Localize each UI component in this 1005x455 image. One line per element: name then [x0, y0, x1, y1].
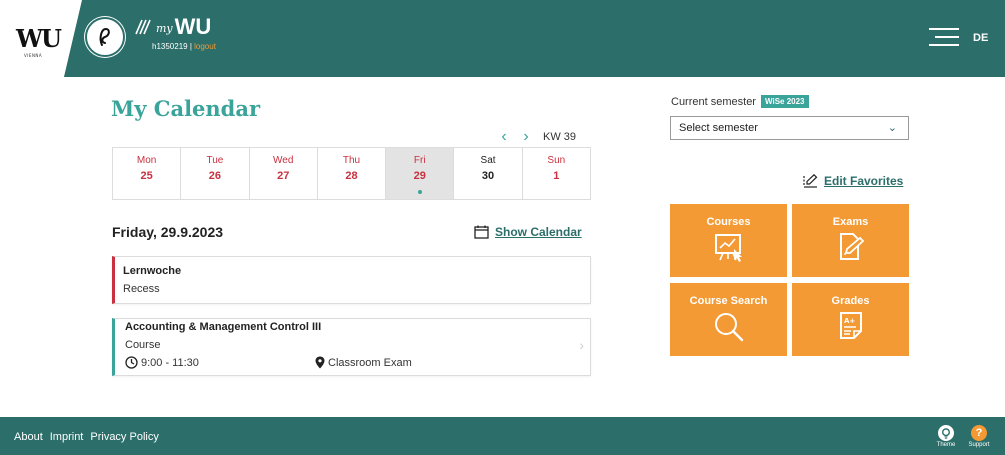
chevron-right-icon: › [579, 337, 584, 353]
day-number: 26 [208, 170, 222, 182]
edit-favorites-link[interactable]: Edit Favorites [803, 174, 903, 188]
tile-grades[interactable]: Grades A+ [792, 283, 909, 356]
chevron-down-icon: ⌄ [887, 122, 897, 134]
event-time-text: 9:00 - 11:30 [141, 356, 199, 369]
show-calendar-link[interactable]: Show Calendar [474, 225, 582, 239]
map-pin-icon [315, 356, 325, 369]
theme-label: Theme [936, 442, 956, 448]
show-calendar-label: Show Calendar [495, 225, 582, 239]
mywu-logo[interactable]: my WU [134, 14, 211, 40]
day-name: Fri [413, 155, 426, 166]
question-icon: ? [971, 425, 987, 441]
week-day-strip: Mon 25 Tue 26 Wed 27 Thu 28 Fri 29 Sat 3… [112, 147, 591, 200]
avatar[interactable] [85, 17, 125, 57]
day-number: 25 [140, 170, 153, 182]
mywu-prefix: my [156, 21, 173, 35]
lightbulb-icon [938, 425, 954, 441]
agenda-date-heading: Friday, 29.9.2023 [112, 224, 224, 240]
event-card-lernwoche[interactable]: Lernwoche Recess [112, 256, 591, 304]
event-title: Accounting & Management Control III [125, 321, 322, 333]
footer-link-imprint[interactable]: Imprint [50, 431, 84, 443]
day-sat[interactable]: Sat 30 [454, 148, 523, 199]
chevron-right-icon[interactable]: › [515, 128, 537, 146]
day-name: Wed [273, 155, 294, 166]
tile-courses[interactable]: Courses [670, 204, 787, 277]
edit-icon [803, 174, 818, 188]
day-number: 1 [553, 170, 560, 182]
wu-logo[interactable]: WU VIENNA [0, 0, 82, 77]
day-name: Thu [342, 155, 361, 166]
semester-badge: WiSe 2023 [760, 95, 809, 108]
semester-select-value: Select semester [679, 122, 758, 134]
current-semester: Current semester WiSe 2023 [671, 95, 809, 108]
semester-select[interactable]: Select semester ⌄ [670, 116, 909, 140]
wu-logo-subtitle: VIENNA [24, 53, 43, 58]
day-name: Sun [547, 155, 566, 166]
day-number: 29 [413, 170, 426, 182]
tile-label: Exams [832, 216, 869, 228]
tile-label: Course Search [689, 295, 768, 307]
day-sun[interactable]: Sun 1 [523, 148, 590, 199]
day-name: Tue [206, 155, 224, 166]
event-location-text: Classroom Exam [328, 356, 412, 369]
page-title: My Calendar [111, 96, 261, 121]
footer-link-about[interactable]: About [14, 431, 43, 443]
day-wed[interactable]: Wed 27 [250, 148, 318, 199]
week-navigation: ‹ › KW 39 [493, 128, 576, 146]
tile-label: Grades [831, 295, 870, 307]
current-semester-label: Current semester [671, 95, 756, 108]
language-switch[interactable]: DE [973, 32, 988, 44]
tile-label: Courses [706, 216, 751, 228]
day-thu[interactable]: Thu 28 [318, 148, 387, 199]
logout-link[interactable]: logout [194, 42, 216, 51]
day-number: 27 [277, 170, 290, 182]
chevron-left-icon[interactable]: ‹ [493, 128, 515, 146]
tile-course-search[interactable]: Course Search [670, 283, 787, 356]
user-signature-icon [99, 27, 110, 46]
wu-logo-text: WU [16, 24, 62, 53]
user-id: h1350219 [152, 42, 188, 51]
day-fri-selected[interactable]: Fri 29 [386, 148, 455, 199]
week-number: KW 39 [543, 131, 577, 143]
presentation-board-icon [714, 234, 742, 262]
day-name: Mon [136, 155, 157, 166]
top-header: WU VIENNA my WU h1350219 | logout DE [0, 0, 1005, 77]
mywu-wave-icon [135, 19, 151, 35]
event-card-accounting[interactable]: Accounting & Management Control III Cour… [112, 318, 591, 376]
clock-icon [125, 356, 138, 369]
svg-text:A+: A+ [844, 317, 855, 325]
day-mon[interactable]: Mon 25 [113, 148, 182, 199]
magnifier-icon [714, 313, 743, 342]
event-dot-indicator [417, 190, 422, 194]
footer-links: About Imprint Privacy Policy [14, 431, 166, 443]
footer: About Imprint Privacy Policy Theme ? Sup… [0, 417, 1005, 455]
event-type: Course [125, 339, 161, 351]
tile-exams[interactable]: Exams [792, 204, 909, 277]
document-edit-icon [839, 233, 864, 260]
day-number: 30 [481, 170, 495, 182]
footer-link-privacy[interactable]: Privacy Policy [90, 431, 158, 443]
mywu-name: WU [174, 14, 212, 39]
support-button[interactable]: ? Support [964, 425, 994, 448]
event-time: 9:00 - 11:30 [125, 356, 199, 369]
day-name: Sat [480, 155, 496, 166]
support-label: Support [968, 442, 990, 448]
calendar-icon [474, 225, 489, 239]
day-number: 28 [345, 170, 358, 182]
menu-icon[interactable] [929, 28, 959, 46]
grade-sheet-icon: A+ [839, 312, 862, 339]
event-type: Recess [123, 283, 160, 295]
event-location: Classroom Exam [315, 356, 412, 369]
day-tue[interactable]: Tue 26 [181, 148, 250, 199]
edit-favorites-label: Edit Favorites [824, 174, 904, 188]
event-title: Lernwoche [123, 265, 182, 277]
user-line: h1350219 | logout [152, 42, 216, 51]
theme-button[interactable]: Theme [931, 425, 961, 448]
